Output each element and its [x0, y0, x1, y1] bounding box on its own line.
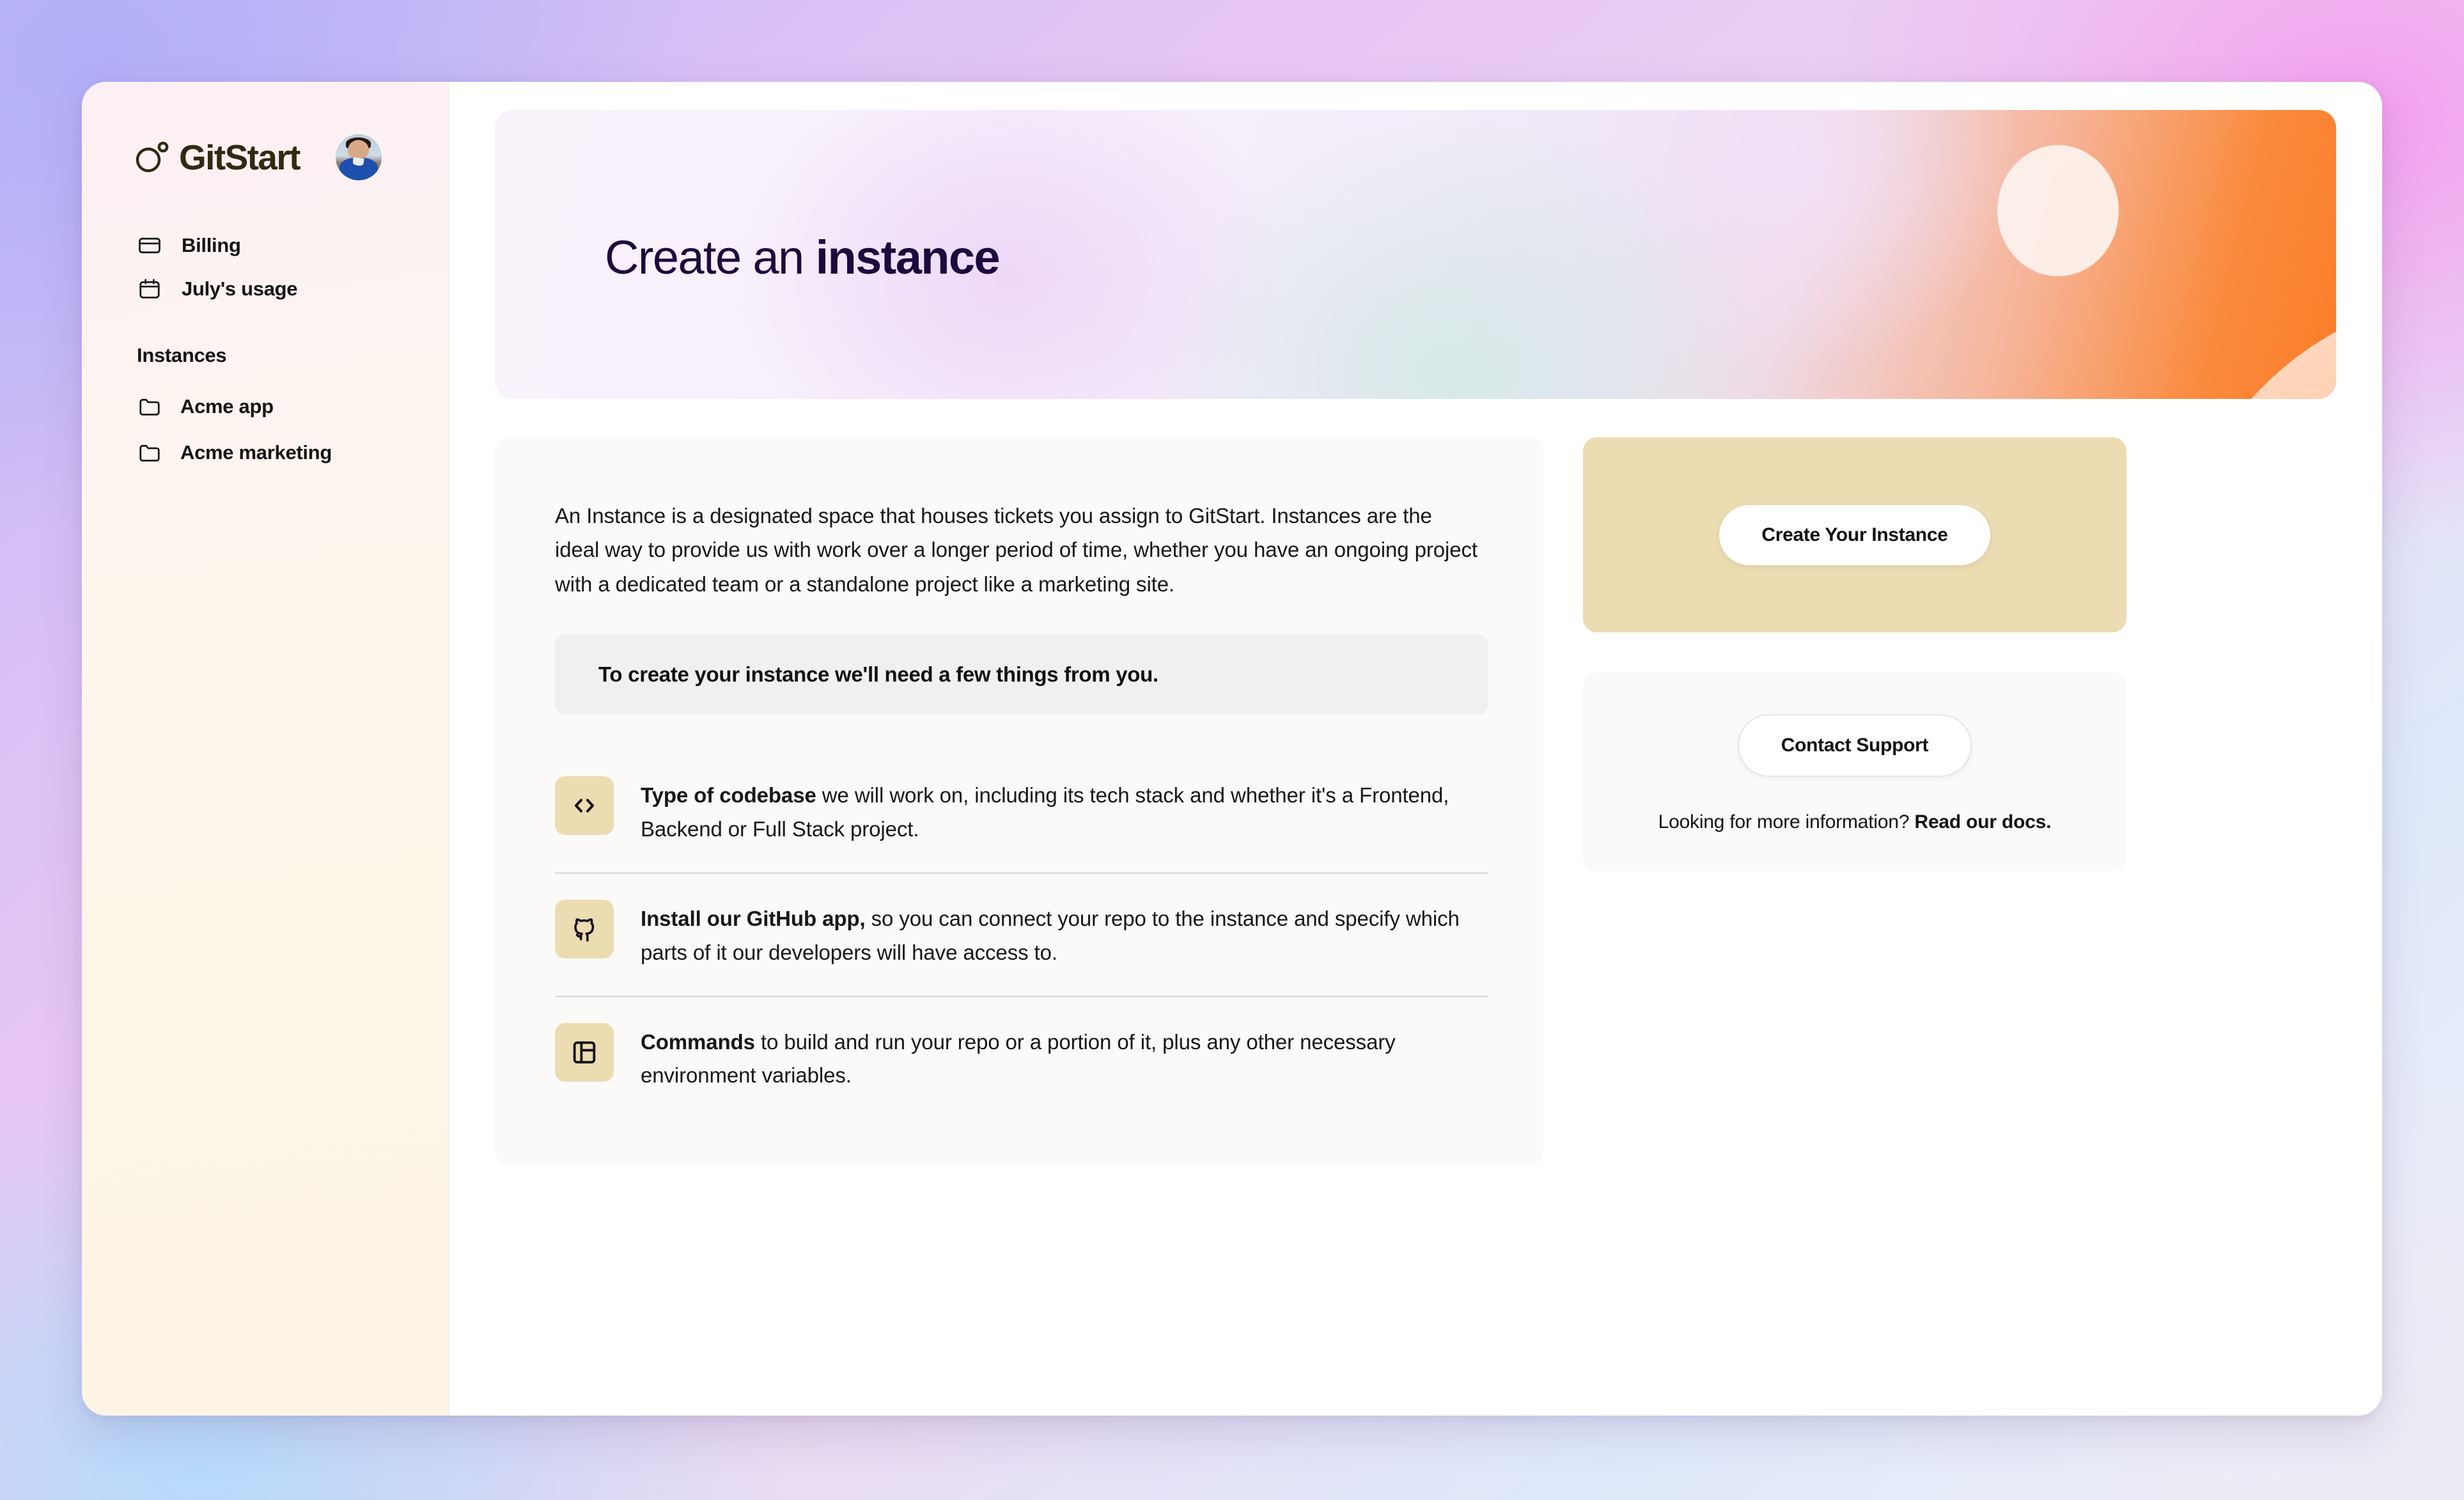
support-note-text: Looking for more information? [1658, 811, 1915, 832]
sidebar-section-instances: Instances [82, 344, 448, 367]
create-instance-card: Create Your Instance [1583, 437, 2126, 632]
contact-support-button[interactable]: Contact Support [1738, 714, 1972, 777]
callout-box: To create your instance we'll need a few… [555, 634, 1488, 715]
circle-degree-logo-icon [134, 140, 169, 175]
app-window: GitStart Billing [82, 82, 2382, 1416]
list-item: Install our GitHub app, so you can conne… [555, 872, 1488, 996]
calendar-icon [137, 276, 162, 302]
sidebar-header: GitStart [82, 82, 448, 180]
main-content: Create an instance An Instance is a desi… [449, 82, 2382, 1416]
requirement-strong: Type of codebase [641, 783, 816, 807]
requirement-strong: Install our GitHub app, [641, 907, 866, 930]
sidebar-item-acme-marketing[interactable]: Acme marketing [82, 430, 448, 476]
sidebar-item-july-usage[interactable]: July's usage [82, 267, 448, 311]
requirement-strong: Commands [641, 1030, 755, 1054]
info-card: An Instance is a designated space that h… [495, 437, 1543, 1166]
sidebar-item-acme-app[interactable]: Acme app [82, 384, 448, 430]
page-title: Create an instance [605, 230, 999, 285]
github-octocat-icon [555, 900, 614, 958]
read-docs-link[interactable]: Read our docs. [1914, 811, 2051, 832]
requirement-text: Commands to build and run your repo or a… [641, 1023, 1488, 1093]
layout-panel-icon [555, 1023, 614, 1082]
side-column: Create Your Instance Contact Support Loo… [1583, 437, 2126, 871]
list-item: Type of codebase we will work on, includ… [555, 751, 1488, 872]
sidebar-nav: Billing July's usage Instances [82, 224, 448, 476]
intro-paragraph: An Instance is a designated space that h… [555, 499, 1482, 601]
page-title-bold: instance [816, 231, 999, 284]
sidebar: GitStart Billing [82, 82, 449, 1416]
credit-card-icon [137, 233, 162, 258]
brand-logo[interactable]: GitStart [134, 140, 300, 175]
page-banner: Create an instance [495, 110, 2336, 399]
content-row: An Instance is a designated space that h… [495, 437, 2336, 1166]
sun-circle-decoration [1997, 145, 2119, 276]
folder-icon [137, 440, 162, 465]
folder-icon [137, 394, 162, 419]
requirement-text: Install our GitHub app, so you can conne… [641, 900, 1488, 970]
avatar[interactable] [336, 134, 382, 180]
requirement-text: Type of codebase we will work on, includ… [641, 776, 1488, 847]
callout-text: To create your instance we'll need a few… [598, 662, 1158, 686]
support-card: Contact Support Looking for more informa… [1583, 672, 2126, 871]
support-note: Looking for more information? Read our d… [1609, 811, 2101, 833]
sidebar-item-label: Billing [182, 234, 241, 257]
sidebar-item-billing[interactable]: Billing [82, 224, 448, 267]
requirements-list: Type of codebase we will work on, includ… [555, 751, 1488, 1118]
code-brackets-icon [555, 776, 614, 835]
page-title-light: Create an [605, 231, 804, 284]
create-instance-button[interactable]: Create Your Instance [1719, 505, 1990, 565]
sidebar-item-label: July's usage [182, 277, 297, 301]
brand-name: GitStart [179, 140, 300, 175]
list-item: Commands to build and run your repo or a… [555, 996, 1488, 1119]
sidebar-item-label: Acme marketing [180, 441, 332, 464]
arc-decoration [2170, 288, 2336, 399]
sidebar-item-label: Acme app [180, 395, 274, 418]
nav-spacer [82, 311, 448, 344]
